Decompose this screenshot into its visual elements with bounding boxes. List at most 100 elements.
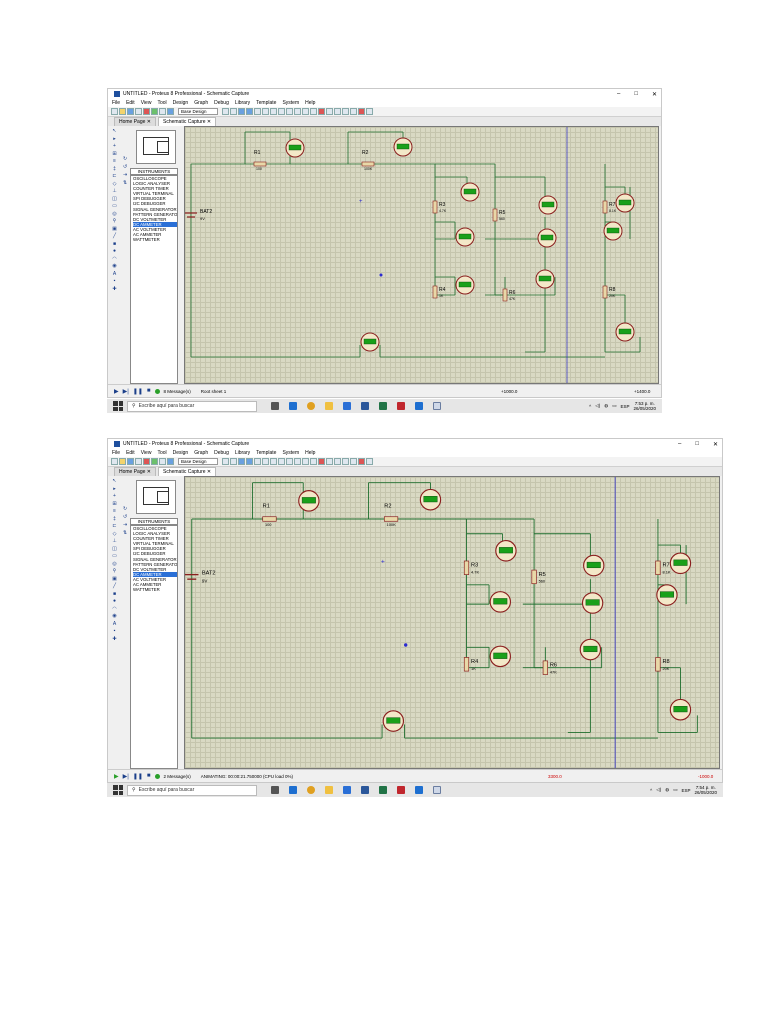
excel-icon[interactable] — [379, 402, 387, 410]
erc-icon[interactable] — [358, 458, 365, 465]
menu-template[interactable]: Template — [256, 100, 276, 106]
netlist-icon[interactable] — [366, 458, 373, 465]
save-icon[interactable] — [127, 108, 134, 115]
network-icon[interactable]: ◍ — [604, 403, 608, 409]
grid-icon[interactable] — [222, 108, 229, 115]
zoom-out-icon[interactable] — [246, 108, 253, 115]
block-delete-icon[interactable] — [318, 458, 325, 465]
path-icon[interactable]: ◉ — [111, 613, 118, 619]
pick-device-icon[interactable] — [326, 458, 333, 465]
zoom-out-icon[interactable] — [246, 458, 253, 465]
component-mode-icon[interactable]: ▸ — [111, 486, 118, 492]
box-icon[interactable]: ■ — [111, 591, 118, 597]
list-item[interactable]: WATTMETER — [133, 587, 177, 592]
erc-icon[interactable] — [358, 108, 365, 115]
arc-icon[interactable]: ◠ — [111, 606, 118, 612]
marker-icon[interactable]: ✚ — [111, 286, 118, 292]
subcircuit-icon[interactable]: ⊏ — [111, 523, 118, 529]
voltage-probe-icon[interactable]: ⚲ — [111, 568, 118, 574]
taskbar-search-input[interactable]: ⚲ Escribe aquí para buscar — [127, 784, 257, 796]
message-count[interactable]: 8 Message(s) — [164, 389, 191, 394]
proteus-taskbar-icon[interactable] — [433, 402, 441, 410]
tape-recorder-icon[interactable]: ▭ — [111, 203, 118, 209]
minimize-icon[interactable]: – — [678, 441, 681, 447]
tray-chevron-icon[interactable]: ^ — [589, 404, 591, 409]
selection-mode-icon[interactable]: ↖ — [111, 128, 118, 134]
battery-icon[interactable]: ▭ — [612, 403, 616, 409]
symbol-icon[interactable]: ▪ — [111, 628, 118, 634]
virtual-instrument-icon[interactable]: ▣ — [111, 226, 118, 232]
terminal-icon[interactable]: ◇ — [111, 181, 118, 187]
search-icon[interactable] — [350, 458, 357, 465]
subcircuit-icon[interactable]: ⊏ — [111, 173, 118, 179]
cut-icon[interactable] — [278, 108, 285, 115]
menu-design[interactable]: Design — [173, 100, 189, 106]
taskbar-clock[interactable]: 7:53 p. m. 26/05/2020 — [633, 401, 656, 411]
tab-home-page[interactable]: Home Page ✕ — [114, 467, 156, 476]
junction-dot-icon[interactable]: + — [111, 493, 118, 499]
play-icon[interactable]: ▶ — [114, 773, 119, 780]
menu-tool[interactable]: Tool — [157, 450, 166, 456]
library-icon[interactable] — [159, 458, 166, 465]
voltage-probe-icon[interactable]: ⚲ — [111, 218, 118, 224]
tab-schematic-capture[interactable]: Schematic Capture ✕ — [158, 467, 217, 476]
zoom-all-icon[interactable] — [254, 458, 261, 465]
file-explorer-icon[interactable] — [325, 786, 333, 794]
mail-icon[interactable] — [415, 786, 423, 794]
library-icon[interactable] — [159, 108, 166, 115]
menu-edit[interactable]: Edit — [126, 100, 135, 106]
menu-tool[interactable]: Tool — [157, 100, 166, 106]
new-file-icon[interactable] — [111, 108, 118, 115]
file-explorer-icon[interactable] — [325, 402, 333, 410]
block-copy-icon[interactable] — [302, 458, 309, 465]
overview-window[interactable] — [136, 130, 176, 164]
stop-icon[interactable]: ■ — [147, 388, 151, 394]
generator-icon[interactable]: ◎ — [111, 561, 118, 567]
help-icon[interactable] — [167, 458, 174, 465]
menu-system[interactable]: System — [282, 100, 299, 106]
bus-icon[interactable]: ‡ — [111, 516, 118, 522]
copy-icon[interactable] — [286, 108, 293, 115]
play-icon[interactable]: ▶ — [114, 388, 119, 395]
path-icon[interactable]: ◉ — [111, 263, 118, 269]
text-script-icon[interactable]: ≡ — [111, 158, 118, 164]
chrome-icon[interactable] — [307, 786, 315, 794]
step-icon[interactable]: ▶| — [123, 388, 129, 395]
new-file-icon[interactable] — [111, 458, 118, 465]
pause-icon[interactable]: ❚❚ — [133, 388, 143, 395]
stop-icon[interactable]: ■ — [147, 773, 151, 779]
device-pin-icon[interactable]: ⊥ — [111, 538, 118, 544]
graph-icon[interactable]: ◫ — [111, 546, 118, 552]
cut-icon[interactable] — [278, 458, 285, 465]
component-mode-icon[interactable]: ▸ — [111, 136, 118, 142]
menu-view[interactable]: View — [141, 450, 152, 456]
open-folder-icon[interactable] — [119, 108, 126, 115]
schematic-canvas[interactable]: BAT2 9V R1 100 R2 100K R3 4.7K R5 560 R7 8.1K R4 1K R6… — [184, 126, 659, 384]
task-view-icon[interactable] — [271, 786, 279, 794]
close-icon[interactable]: ✕ — [713, 441, 718, 448]
edge-browser-icon[interactable] — [289, 402, 297, 410]
paste-icon[interactable] — [294, 108, 301, 115]
menu-system[interactable]: System — [282, 450, 299, 456]
task-view-icon[interactable] — [271, 402, 279, 410]
junction-dot-icon[interactable]: + — [111, 143, 118, 149]
menu-view[interactable]: View — [141, 100, 152, 106]
import-icon[interactable] — [135, 458, 142, 465]
menu-help[interactable]: Help — [305, 450, 315, 456]
chrome-icon[interactable] — [307, 402, 315, 410]
origin-icon[interactable] — [230, 108, 237, 115]
line-icon[interactable]: ╱ — [111, 233, 118, 239]
menu-graph[interactable]: Graph — [194, 450, 208, 456]
edge-browser-icon[interactable] — [289, 786, 297, 794]
close-icon[interactable]: ✕ — [652, 91, 657, 98]
zoom-in-icon[interactable] — [238, 458, 245, 465]
circle-icon[interactable]: ● — [111, 248, 118, 254]
redo-icon[interactable] — [270, 108, 277, 115]
volume-icon[interactable]: ◁) — [656, 787, 661, 793]
graph-icon[interactable]: ◫ — [111, 196, 118, 202]
terminal-icon[interactable]: ◇ — [111, 531, 118, 537]
zoom-in-icon[interactable] — [238, 108, 245, 115]
marker-icon[interactable]: ✚ — [111, 636, 118, 642]
symbol-icon[interactable]: ▪ — [111, 278, 118, 284]
make-device-icon[interactable] — [334, 458, 341, 465]
